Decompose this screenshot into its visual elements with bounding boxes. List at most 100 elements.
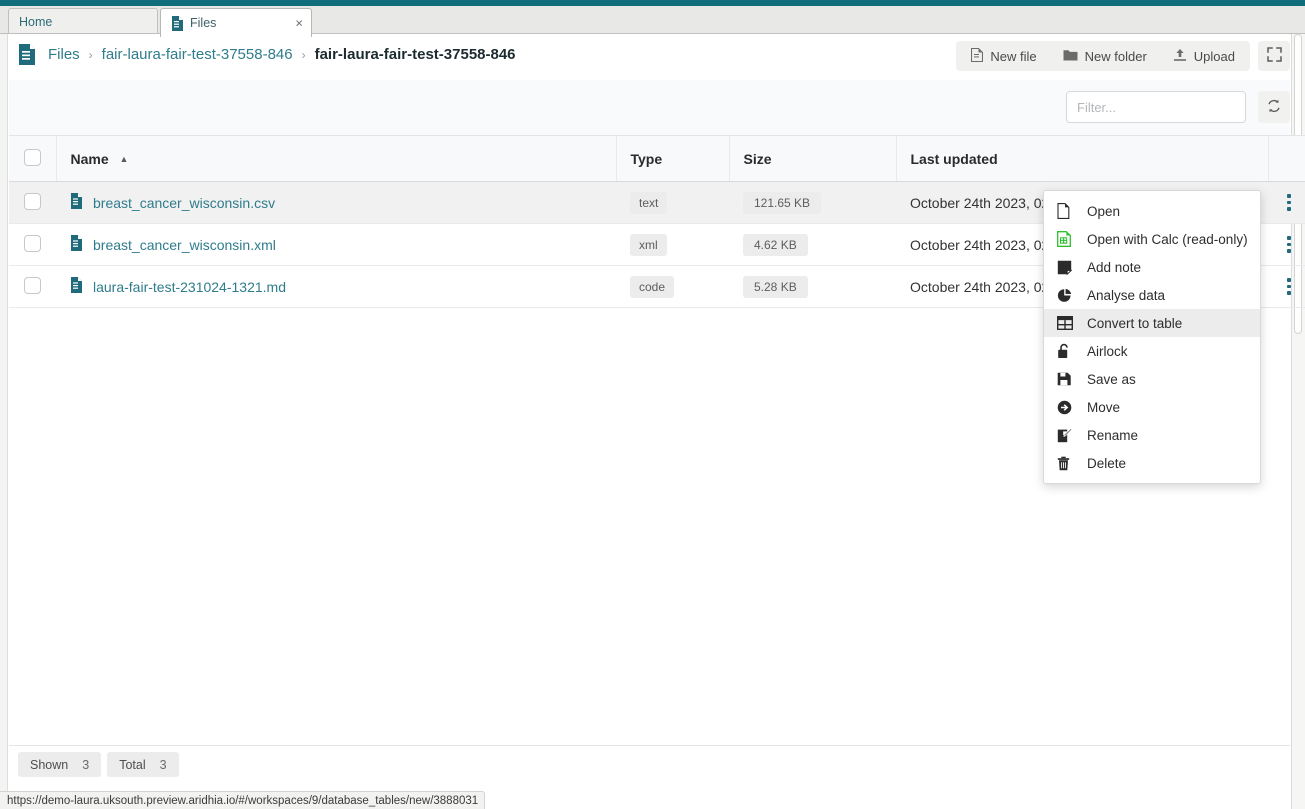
trash-icon <box>1057 456 1079 471</box>
file-name-link[interactable]: laura-fair-test-231024-1321.md <box>93 279 286 295</box>
refresh-button[interactable] <box>1258 91 1290 123</box>
file-icon <box>70 235 83 254</box>
context-menu-item-delete[interactable]: Delete <box>1044 449 1260 477</box>
context-menu-item-rename-label: Rename <box>1087 428 1138 443</box>
new-folder-button[interactable]: New folder <box>1050 41 1160 71</box>
context-menu-item-rename[interactable]: Rename <box>1044 421 1260 449</box>
browser-tab-home-label: Home <box>19 15 52 29</box>
file-context-menu: Open Open with Calc (read-only) Add note <box>1043 190 1261 484</box>
header-actions: New file New folder <box>956 41 1290 71</box>
table-header-row: Name ▲ Type Size Last updated <box>9 136 1305 182</box>
upload-label: Upload <box>1194 49 1235 64</box>
file-type-badge: xml <box>630 234 667 256</box>
context-menu-item-airlock-label: Airlock <box>1087 344 1128 359</box>
context-menu-item-open-with-calc-label: Open with Calc (read-only) <box>1087 232 1248 247</box>
new-folder-icon <box>1063 48 1078 64</box>
row-checkbox[interactable] <box>24 277 41 294</box>
row-name-cell: breast_cancer_wisconsin.xml <box>56 224 616 266</box>
row-menu-kebab-icon[interactable] <box>1268 278 1305 295</box>
row-size-cell: 4.62 KB <box>729 224 896 266</box>
column-header-name-label: Name <box>71 151 109 167</box>
status-badge-total-value: 3 <box>160 758 167 772</box>
status-badge-shown-value: 3 <box>82 758 89 772</box>
left-scroll-gutter[interactable] <box>0 34 8 809</box>
row-actions-cell <box>1268 266 1305 308</box>
row-checkbox[interactable] <box>24 235 41 252</box>
status-badge-shown: Shown 3 <box>18 752 101 777</box>
row-select-cell <box>9 266 56 308</box>
row-type-cell: xml <box>616 224 729 266</box>
pie-chart-icon <box>1057 288 1079 303</box>
upload-button[interactable]: Upload <box>1160 41 1248 71</box>
file-size-badge: 121.65 KB <box>743 192 821 214</box>
page-title: fair-laura-fair-test-37558-846 <box>315 46 516 63</box>
context-menu-item-analyse-data-label: Analyse data <box>1087 288 1165 303</box>
row-size-cell: 5.28 KB <box>729 266 896 308</box>
new-file-label: New file <box>990 49 1036 64</box>
browser-tab-home[interactable]: Home <box>8 8 158 35</box>
table-grid-icon <box>1057 316 1079 330</box>
note-icon <box>1057 260 1079 275</box>
chevron-right-icon: › <box>302 48 306 62</box>
fullscreen-expand-button[interactable] <box>1258 41 1290 71</box>
file-name-link[interactable]: breast_cancer_wisconsin.csv <box>93 195 275 211</box>
row-checkbox[interactable] <box>24 193 41 210</box>
files-table-header: Name ▲ Type Size Last updated <box>9 136 1305 182</box>
select-all-checkbox[interactable] <box>24 149 41 166</box>
context-menu-item-move[interactable]: Move <box>1044 393 1260 421</box>
document-outline-icon <box>1057 203 1079 219</box>
breadcrumb-item-parent[interactable]: fair-laura-fair-test-37558-846 <box>102 46 293 63</box>
row-name-cell: breast_cancer_wisconsin.csv <box>56 182 616 224</box>
row-type-cell: code <box>616 266 729 308</box>
context-menu-item-save-as[interactable]: Save as <box>1044 365 1260 393</box>
refresh-icon <box>1266 98 1282 117</box>
browser-tab-strip: Home Files × <box>0 6 1305 34</box>
context-menu-item-open-label: Open <box>1087 204 1120 219</box>
row-menu-kebab-icon[interactable] <box>1268 236 1305 253</box>
file-document-icon <box>18 44 36 65</box>
arrow-right-circle-icon <box>1057 400 1079 415</box>
browser-tab-files-label: Files <box>190 16 216 30</box>
row-actions-cell <box>1268 182 1305 224</box>
status-badge-total: Total 3 <box>107 752 178 777</box>
file-type-badge: code <box>630 276 674 298</box>
context-menu-item-open-with-calc[interactable]: Open with Calc (read-only) <box>1044 225 1260 253</box>
row-name-cell: laura-fair-test-231024-1321.md <box>56 266 616 308</box>
new-file-button[interactable]: New file <box>958 41 1049 71</box>
column-header-name[interactable]: Name ▲ <box>56 136 616 182</box>
context-menu-item-open[interactable]: Open <box>1044 197 1260 225</box>
row-menu-kebab-icon[interactable] <box>1268 194 1305 211</box>
context-menu-item-delete-label: Delete <box>1087 456 1126 471</box>
column-header-actions <box>1268 136 1305 182</box>
column-header-type[interactable]: Type <box>616 136 729 182</box>
context-menu-item-move-label: Move <box>1087 400 1120 415</box>
close-icon[interactable]: × <box>295 17 303 30</box>
floppy-save-icon <box>1057 372 1079 386</box>
file-icon <box>171 16 184 31</box>
file-name-link[interactable]: breast_cancer_wisconsin.xml <box>93 237 276 253</box>
new-file-icon <box>971 48 983 65</box>
table-filter-bar <box>9 80 1290 135</box>
breadcrumb-item-files[interactable]: Files <box>48 46 80 63</box>
column-header-size[interactable]: Size <box>729 136 896 182</box>
search-input[interactable] <box>1066 91 1246 123</box>
new-folder-label: New folder <box>1085 49 1147 64</box>
column-header-last-updated[interactable]: Last updated <box>896 136 1268 182</box>
context-menu-item-convert-to-table[interactable]: Convert to table <box>1044 309 1260 337</box>
browser-tab-files[interactable]: Files × <box>160 8 312 37</box>
file-size-badge: 5.28 KB <box>743 276 808 298</box>
context-menu-item-analyse-data[interactable]: Analyse data <box>1044 281 1260 309</box>
file-type-badge: text <box>630 192 667 214</box>
fullscreen-expand-icon <box>1267 47 1282 65</box>
file-icon <box>70 193 83 212</box>
sort-ascending-icon: ▲ <box>120 154 129 164</box>
header-button-group: New file New folder <box>956 41 1250 71</box>
context-menu-item-convert-to-table-label: Convert to table <box>1087 316 1182 331</box>
context-menu-item-add-note[interactable]: Add note <box>1044 253 1260 281</box>
select-all-header <box>9 136 56 182</box>
context-menu-item-airlock[interactable]: Airlock <box>1044 337 1260 365</box>
context-menu-item-save-as-label: Save as <box>1087 372 1136 387</box>
status-bar-url: https://demo-laura.uksouth.preview.aridh… <box>0 791 485 809</box>
breadcrumb: Files › fair-laura-fair-test-37558-846 ›… <box>18 44 516 65</box>
file-icon <box>70 277 83 296</box>
